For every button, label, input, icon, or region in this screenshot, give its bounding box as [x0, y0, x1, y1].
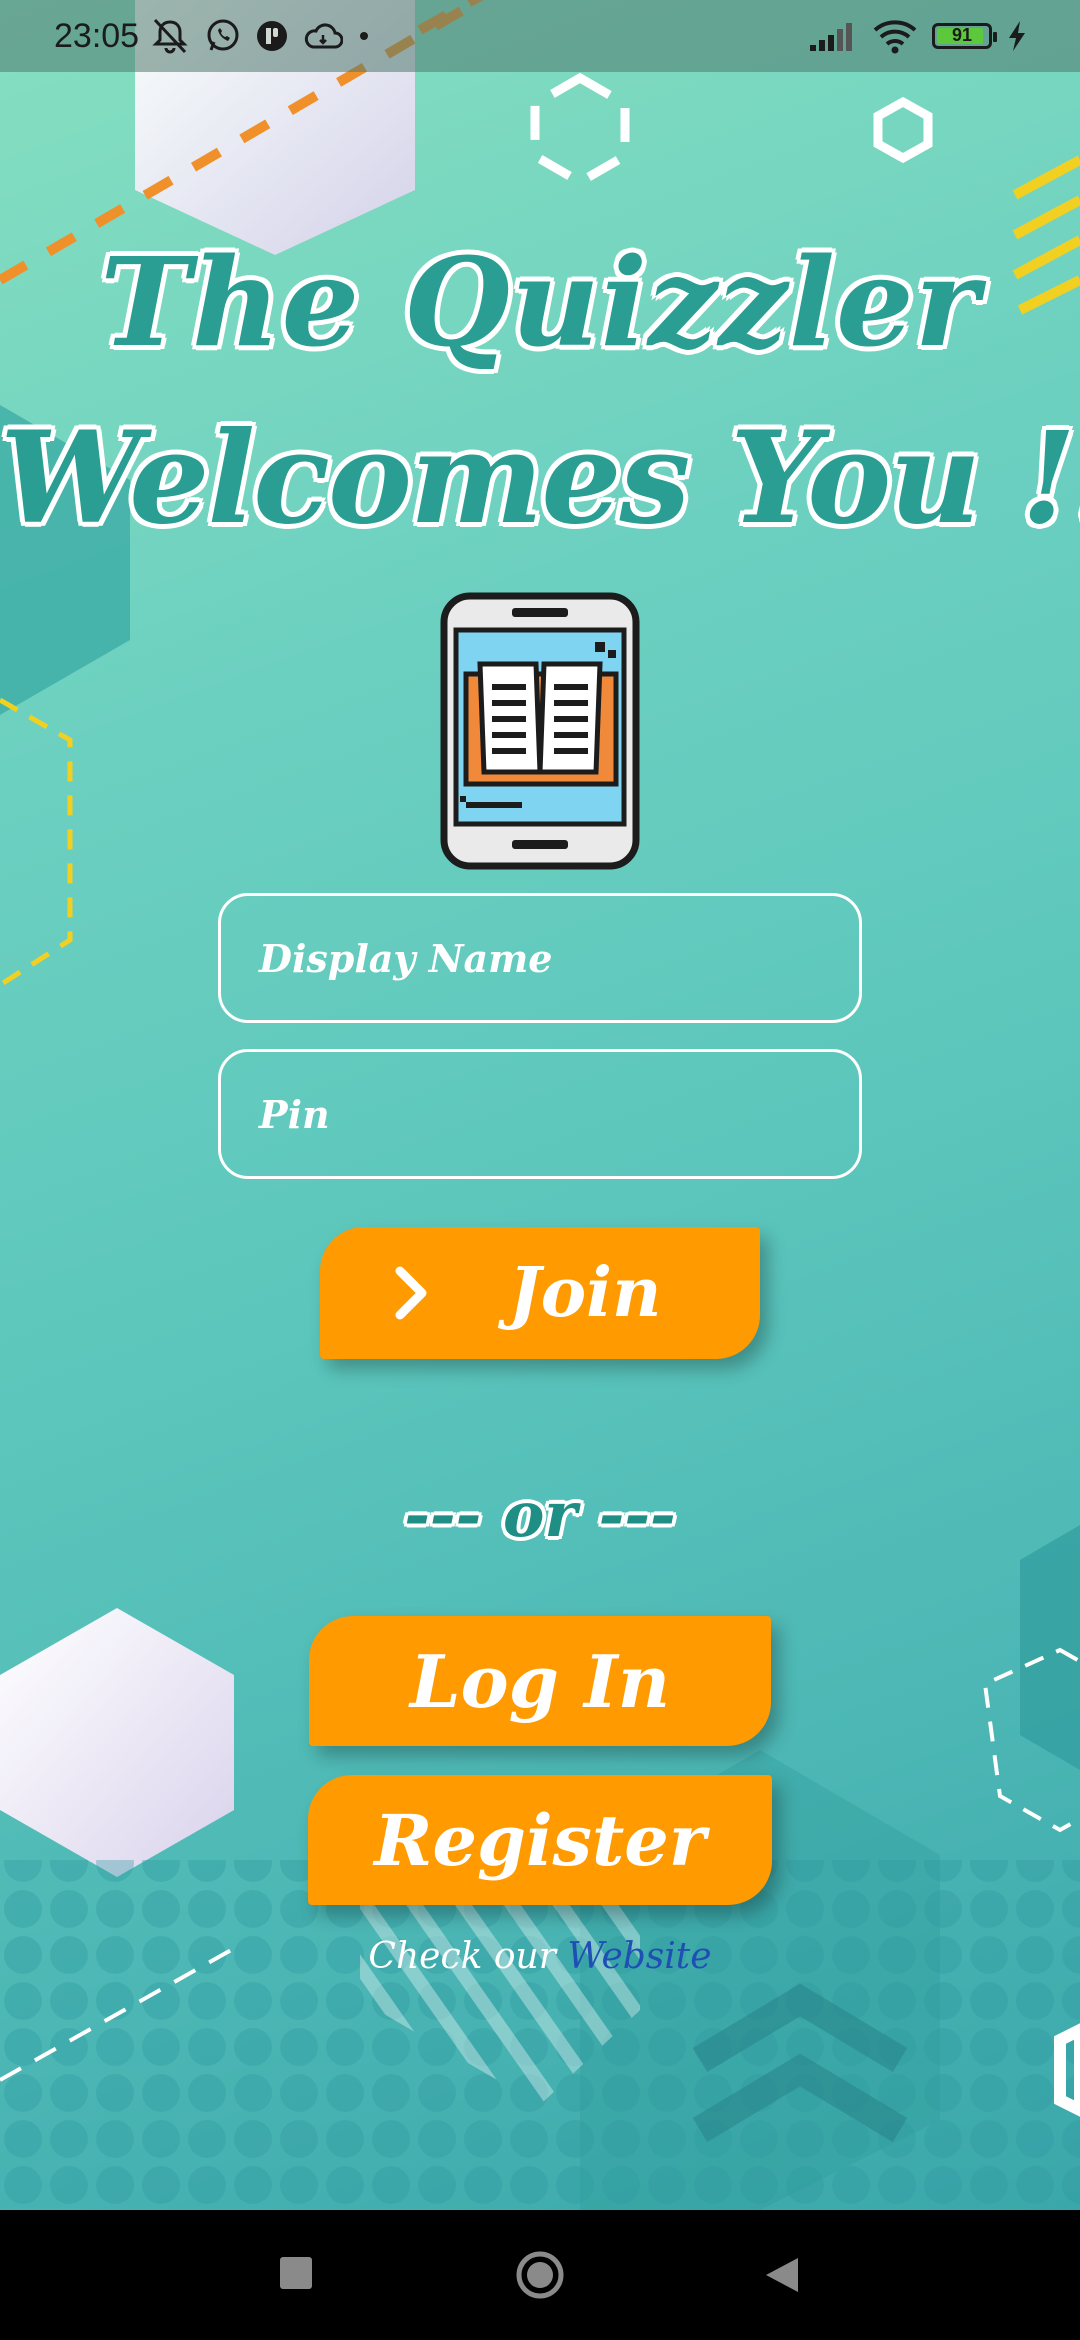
- chevron-right-icon: [395, 1266, 427, 1320]
- battery-tip: [993, 32, 997, 42]
- app-screen: 23:05 91 The Quizzler Welcomes You !!! D…: [0, 0, 1080, 2210]
- app-icon: [257, 21, 288, 51]
- status-system-icons: 91: [808, 18, 1028, 54]
- muted-bell-icon: [152, 18, 188, 54]
- register-button[interactable]: Register: [308, 1775, 772, 1905]
- whatsapp-icon: [207, 19, 239, 51]
- login-button-label: Log In: [409, 1638, 671, 1724]
- recents-icon[interactable]: [280, 2257, 312, 2289]
- navigation-bar: [0, 2210, 1080, 2340]
- or-divider: --- or ---: [404, 1478, 676, 1551]
- join-button[interactable]: Join: [320, 1227, 760, 1359]
- pin-placeholder: Pin: [259, 1091, 330, 1137]
- display-name-field[interactable]: Display Name: [218, 893, 862, 1023]
- charging-bolt-icon: [1009, 21, 1025, 51]
- register-button-label: Register: [374, 1798, 706, 1882]
- pin-field[interactable]: Pin: [218, 1049, 862, 1179]
- status-bar: 23:05 91: [0, 0, 1080, 72]
- signal-icon: [810, 23, 852, 51]
- status-time: 23:05: [54, 16, 140, 55]
- back-icon[interactable]: [762, 2254, 802, 2296]
- login-button[interactable]: Log In: [309, 1616, 771, 1746]
- battery-level: 91: [951, 25, 973, 45]
- display-name-placeholder: Display Name: [259, 935, 553, 981]
- page-title-line-1: The Quizzler: [100, 230, 980, 374]
- website-link[interactable]: Website: [567, 1936, 711, 1977]
- wifi-icon: [873, 20, 917, 54]
- page-title-line-2: Welcomes You !!!: [0, 404, 1080, 552]
- website-footer-prefix: Check our: [368, 1936, 568, 1977]
- cloud-icon: [304, 23, 344, 49]
- battery-icon: 91: [932, 23, 997, 49]
- join-button-label: Join: [508, 1253, 662, 1333]
- home-icon[interactable]: [515, 2250, 565, 2300]
- website-footer: Check our Website: [0, 1936, 1080, 1977]
- phone-book-icon: [440, 592, 640, 870]
- status-notification-icons: [149, 18, 371, 54]
- dot-icon: [360, 32, 369, 40]
